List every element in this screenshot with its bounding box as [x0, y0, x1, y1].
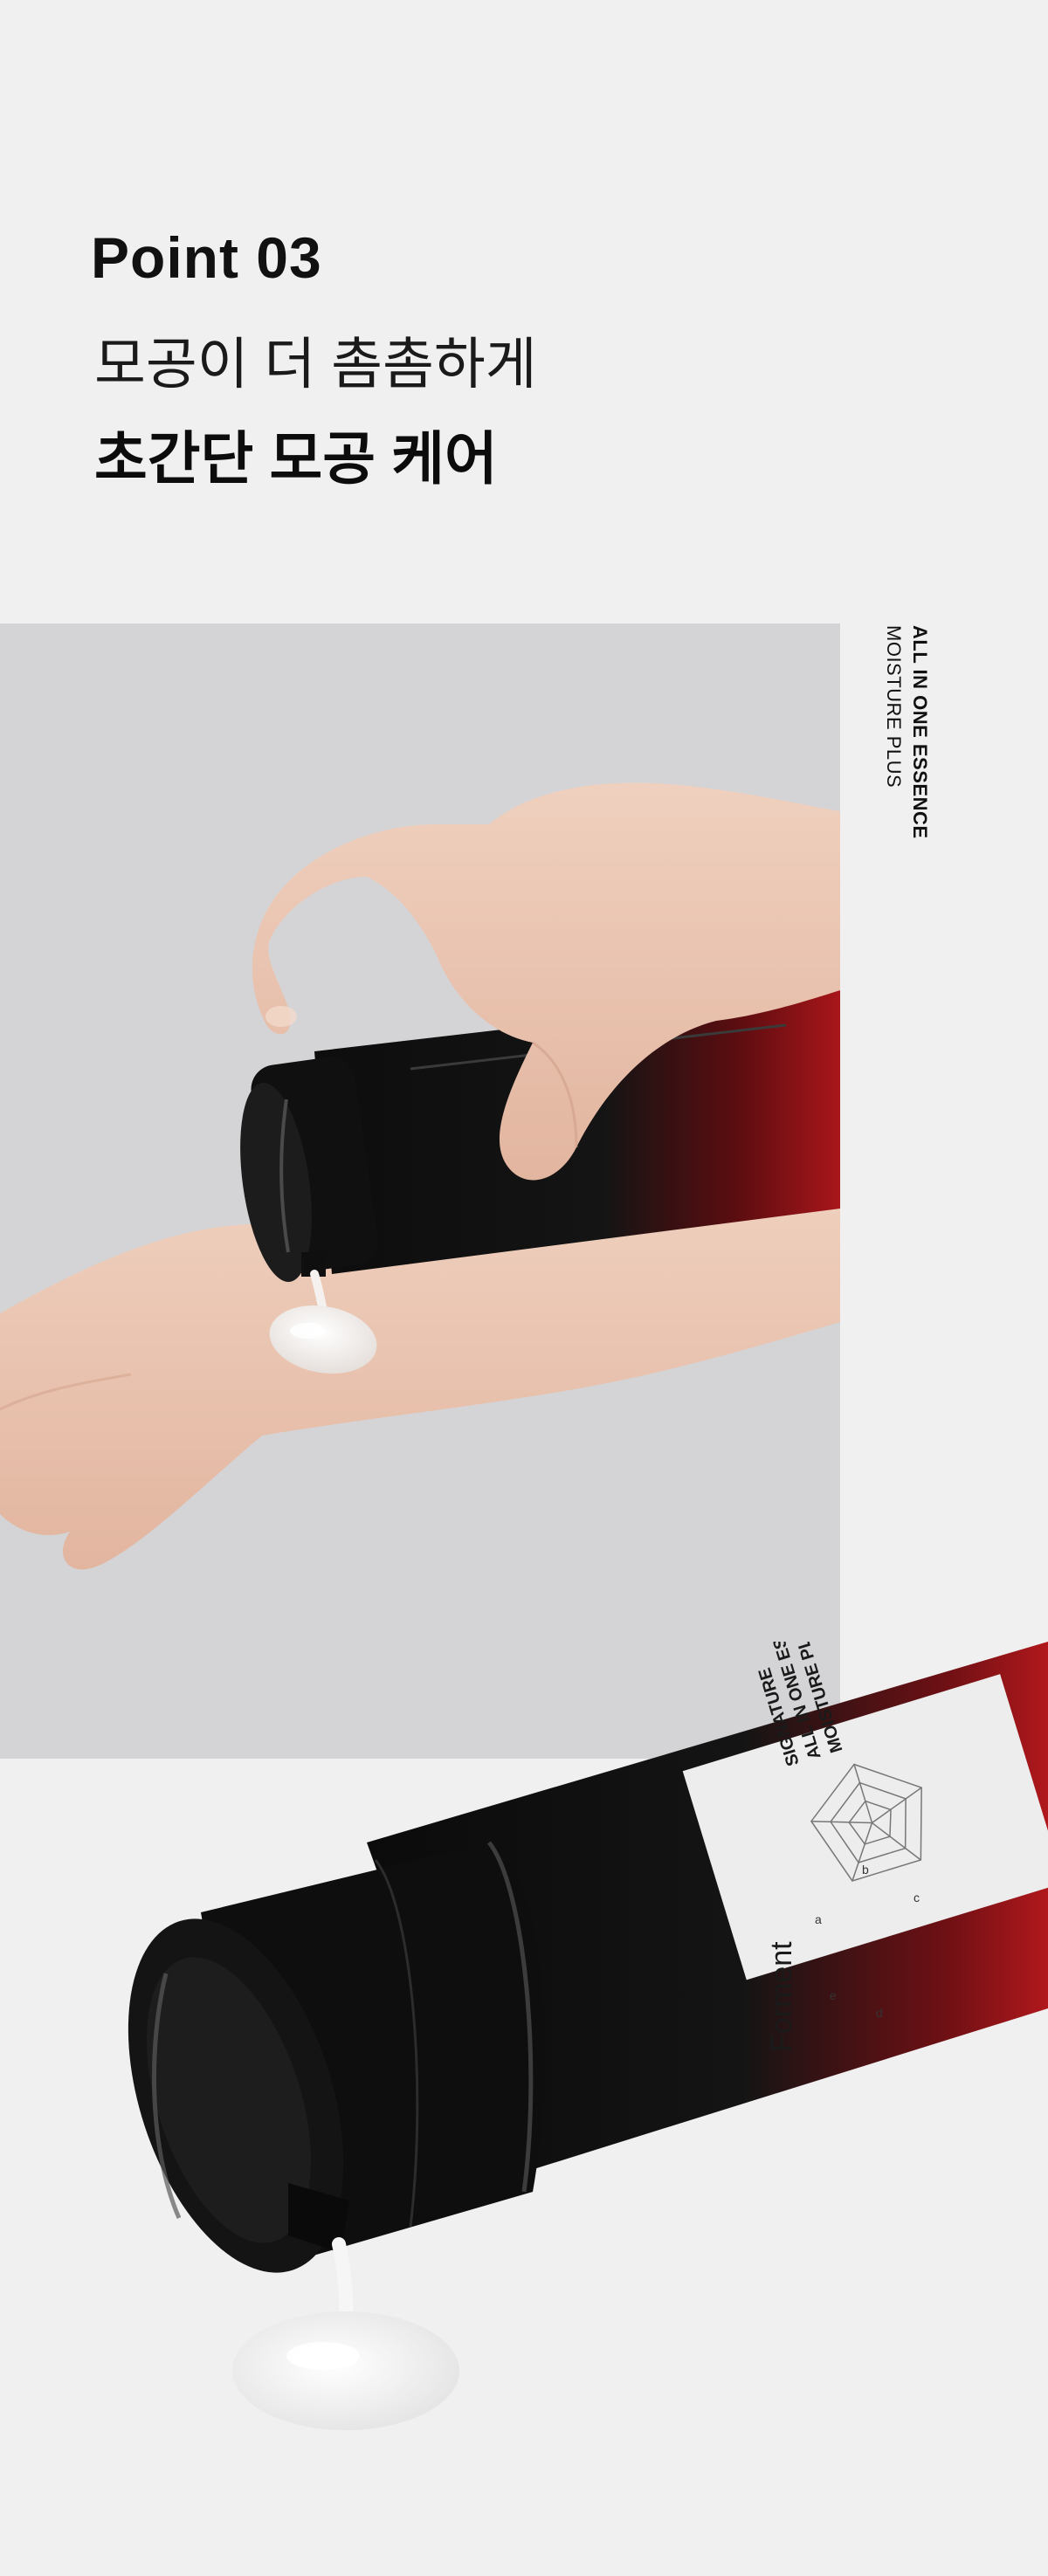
radar-letter-a: a — [815, 1912, 822, 1926]
radar-letter-d: d — [876, 2006, 883, 2020]
radar-chart-graphic — [810, 1763, 922, 1882]
vertical-label-line-1: ALL IN ONE ESSENCE — [909, 625, 931, 839]
radar-chart-letters: a b c d e — [815, 1863, 920, 2020]
subtitle: 모공이 더 촘촘하게 — [94, 333, 537, 396]
product-closeup-photo: SIGNATURE ALL IN ONE ESSENCE MOISTURE PL… — [0, 1642, 1048, 2576]
radar-letter-e: e — [830, 1988, 837, 2002]
bottle-brand-name: Forment — [765, 1941, 798, 2052]
essence-puddle — [232, 2237, 459, 2430]
headline: 초간단 모공 케어 — [94, 426, 498, 491]
point-title: Point 03 — [91, 225, 322, 290]
radar-letter-b: b — [862, 1863, 869, 1877]
vertical-label-line-2: MOISTURE PLUS — [883, 625, 905, 789]
radar-letter-c: c — [914, 1891, 920, 1904]
vertical-product-label: ALL IN ONE ESSENCE MOISTURE PLUS — [880, 625, 933, 839]
product-usage-photo — [0, 623, 840, 1759]
